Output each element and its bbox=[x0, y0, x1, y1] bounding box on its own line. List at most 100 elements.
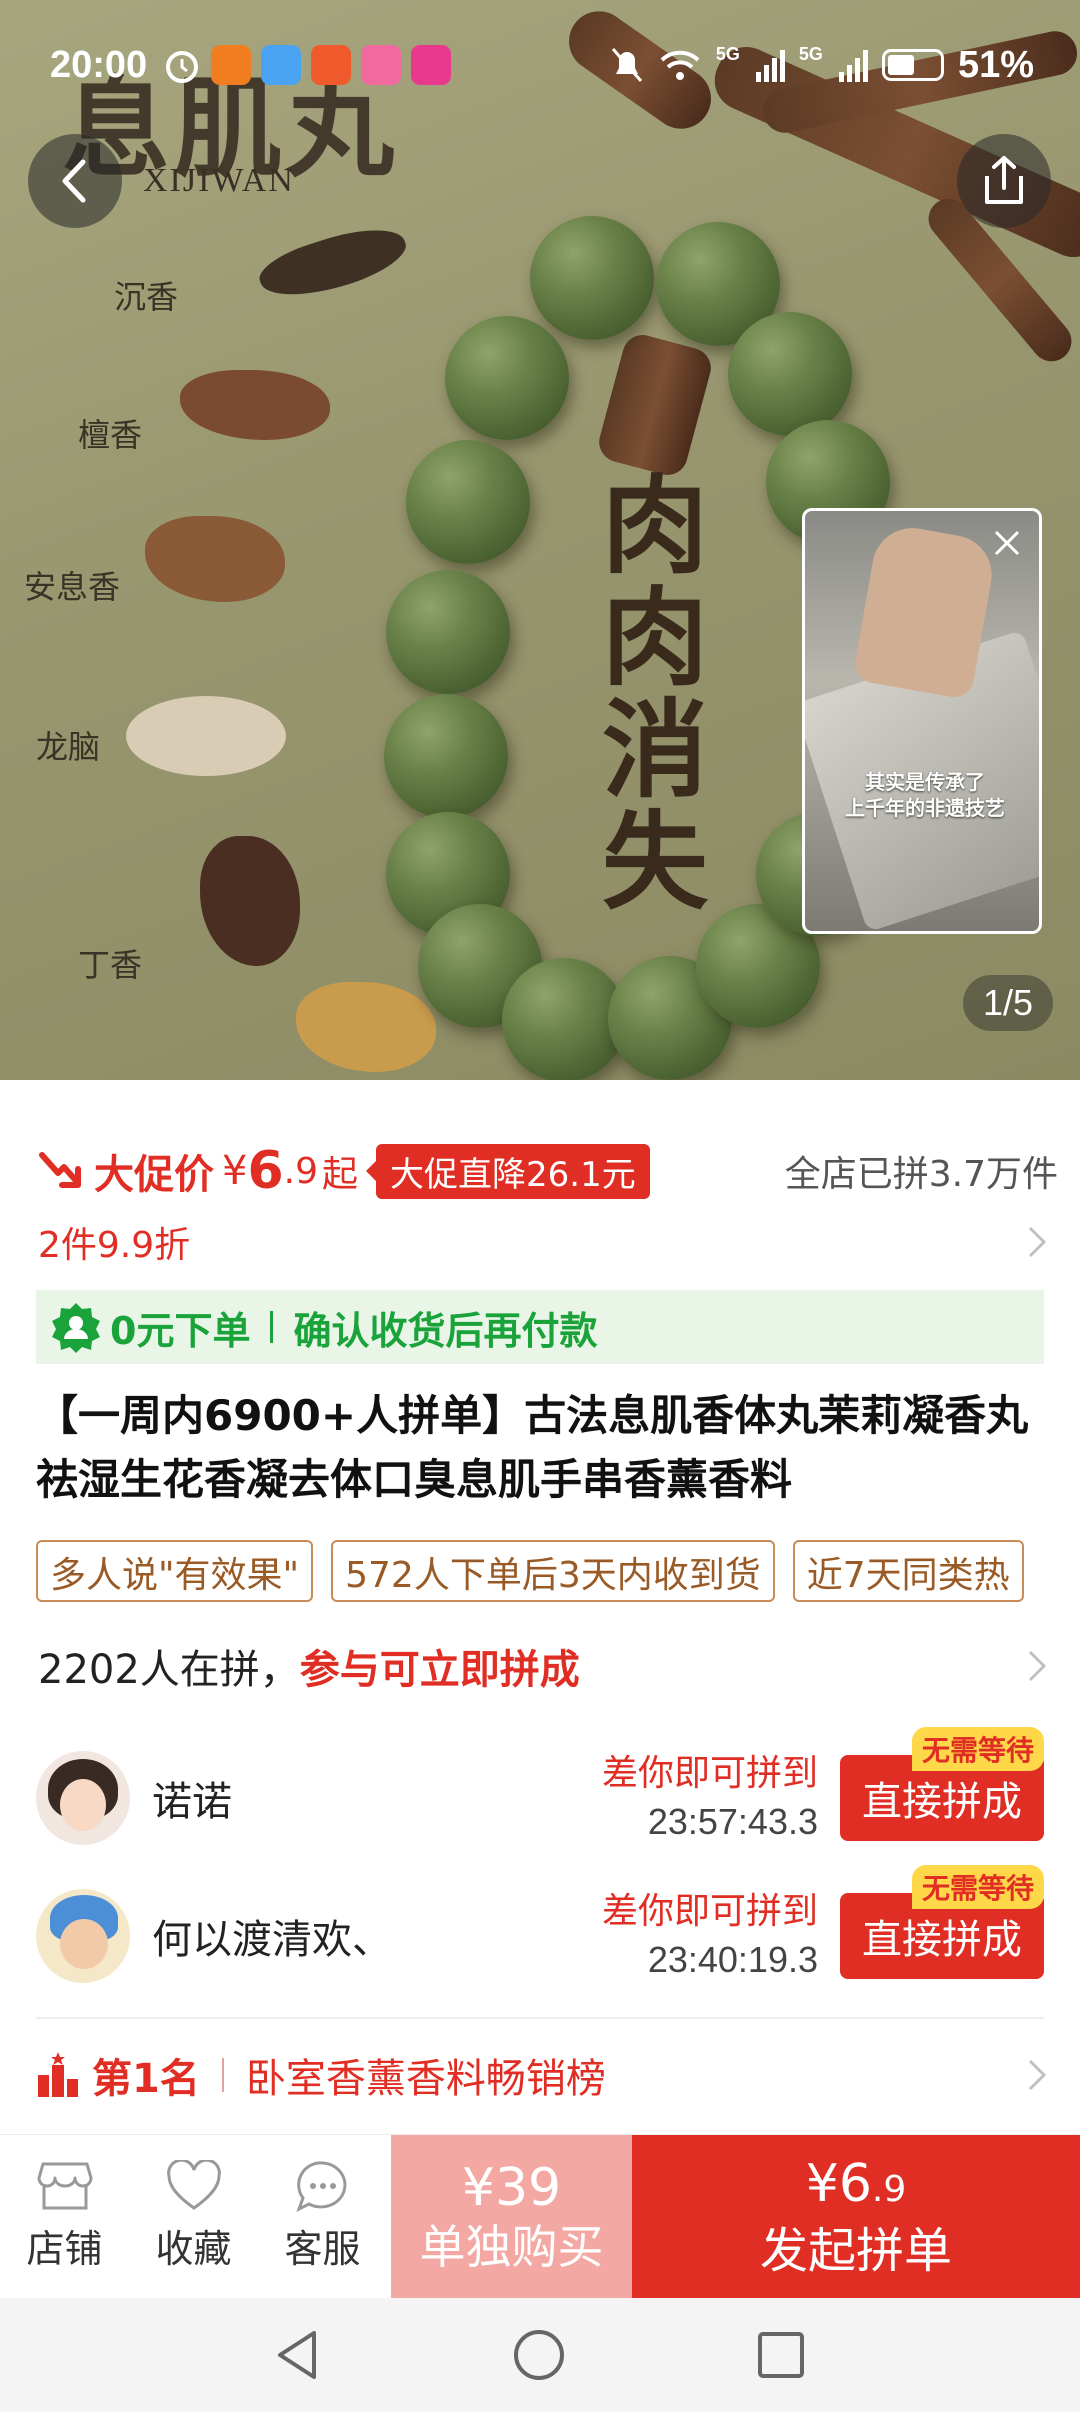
bead bbox=[386, 570, 510, 694]
video-app-icon bbox=[411, 45, 452, 85]
group-member-row: 何以渡清欢、 差你即可拼到 23:40:19.3 直接拼成 无需等待 bbox=[36, 1865, 1044, 1986]
shop-button[interactable]: 店铺 bbox=[0, 2135, 129, 2298]
favorite-button[interactable]: 收藏 bbox=[129, 2135, 258, 2298]
member-need-text: 差你即可拼到 bbox=[601, 1753, 818, 1794]
battery-percent: 51% bbox=[957, 43, 1034, 86]
nav-recents-icon[interactable] bbox=[756, 2330, 806, 2380]
app-notification-icon bbox=[211, 45, 252, 85]
nav-back-icon[interactable] bbox=[274, 2328, 322, 2382]
bead bbox=[728, 312, 852, 436]
price-drop-arrow-icon bbox=[39, 1152, 81, 1188]
member-need-text: 差你即可拼到 bbox=[601, 1891, 818, 1932]
bottom-action-bar: 店铺 收藏 客服 ¥39 单独购买 ¥6.9 发起拼单 bbox=[0, 2134, 1080, 2298]
status-right: 5G 5G 51% bbox=[610, 44, 1034, 87]
badge-user-icon bbox=[52, 1303, 100, 1353]
ingredient-label: 沉香 bbox=[114, 278, 179, 316]
weather-icon bbox=[261, 45, 302, 85]
ranking-row[interactable]: 第1名 卧室香薰香料畅销榜 bbox=[36, 2040, 1048, 2110]
floating-video-player[interactable]: 其实是传承了 上千年的非遗技艺 bbox=[802, 508, 1042, 934]
join-group-label: 直接拼成 bbox=[862, 1779, 1022, 1825]
customer-service-button[interactable]: 客服 bbox=[258, 2135, 387, 2298]
review-tag[interactable]: 572人下单后3天内收到货 bbox=[331, 1540, 775, 1602]
discount-row[interactable]: 2件9.9折 bbox=[38, 1212, 1048, 1272]
close-icon bbox=[994, 530, 1020, 556]
price-decimal: .9 bbox=[283, 1150, 318, 1192]
product-title: 【一周内6900+人拼单】古法息肌香体丸茉莉凝香丸祛湿生花香凝去体口臭息肌手串香… bbox=[36, 1391, 1029, 1504]
headline-char: 肉 bbox=[602, 463, 708, 588]
group-member-row: 诺诺 差你即可拼到 23:57:43.3 直接拼成 无需等待 bbox=[36, 1727, 1044, 1848]
nav-home-icon[interactable] bbox=[512, 2328, 566, 2382]
zero-order-left: 0元下单 bbox=[110, 1308, 251, 1353]
signal-icon bbox=[838, 48, 868, 82]
group-label: 发起拼单 bbox=[759, 2222, 952, 2279]
chevron-left-icon bbox=[62, 159, 86, 203]
bead bbox=[384, 694, 508, 818]
clove-image bbox=[200, 836, 300, 966]
resin-image bbox=[296, 982, 436, 1072]
single-label: 单独购买 bbox=[419, 2219, 604, 2274]
member-status: 差你即可拼到 23:40:19.3 bbox=[602, 1888, 818, 1984]
price-label: 大促价 bbox=[94, 1152, 214, 1198]
product-image-carousel[interactable]: 息肌丸 XIJIWAN 沉香 檀香 安息香 龙脑 丁香 肉 肉 消 失 其实是传… bbox=[0, 0, 1080, 1080]
ingredient-label: 檀香 bbox=[78, 416, 143, 454]
group-buy-row[interactable]: 2202人在拼， 参与可立即拼成 bbox=[38, 1632, 1048, 1700]
price-currency: ¥ bbox=[222, 1148, 248, 1194]
benzoin-image bbox=[145, 516, 285, 602]
back-button[interactable] bbox=[28, 134, 122, 228]
group-highlight: 参与可立即拼成 bbox=[299, 1647, 580, 1693]
image-page-indicator: 1/5 bbox=[963, 975, 1053, 1031]
join-group-button[interactable]: 直接拼成 无需等待 bbox=[840, 1865, 1044, 1979]
member-name: 何以渡清欢、 bbox=[152, 1917, 392, 1963]
buy-single-button[interactable]: ¥39 单独购买 bbox=[391, 2135, 632, 2298]
start-group-buy-button[interactable]: ¥6.9 发起拼单 bbox=[632, 2135, 1080, 2298]
countdown-timer: 23:40:19.3 bbox=[647, 1939, 818, 1980]
divider bbox=[36, 2017, 1044, 2019]
chevron-right-icon bbox=[1028, 1226, 1047, 1258]
network-type-label: 5G bbox=[715, 43, 740, 64]
join-group-button[interactable]: 直接拼成 无需等待 bbox=[840, 1727, 1044, 1841]
borneol-image bbox=[126, 696, 286, 776]
battery-icon bbox=[881, 49, 944, 81]
share-button[interactable] bbox=[957, 134, 1051, 228]
store-icon bbox=[37, 2162, 92, 2210]
divider bbox=[270, 1311, 274, 1343]
hero-headline: 肉 肉 消 失 bbox=[595, 470, 715, 918]
network-type-label: 5G bbox=[798, 43, 823, 64]
price-integer: 6 bbox=[247, 1141, 284, 1201]
promo-badge: 大促直降26.1元 bbox=[366, 1143, 650, 1199]
zero-order-banner: 0元下单 确认收货后再付款 bbox=[36, 1290, 1044, 1364]
review-tag[interactable]: 多人说"有效果" bbox=[36, 1540, 314, 1602]
close-video-button[interactable] bbox=[983, 519, 1031, 567]
video-caption-line: 其实是传承了 bbox=[865, 770, 985, 794]
group-price: ¥6.9 bbox=[806, 2153, 907, 2221]
video-caption: 其实是传承了 上千年的非遗技艺 bbox=[805, 769, 1039, 821]
rank-list-title: 卧室香薰香料畅销榜 bbox=[245, 2056, 606, 2102]
status-bar: 20:00 5G 5G 51% bbox=[0, 0, 1080, 130]
favorite-label: 收藏 bbox=[155, 2227, 232, 2271]
ingredient-label: 安息香 bbox=[24, 568, 121, 606]
ranking-icon bbox=[38, 2052, 78, 2097]
price-row: 大促价 ¥ 6 .9 起 大促直降26.1元 全店已拼3.7万件 bbox=[38, 1138, 1058, 1204]
bead bbox=[445, 316, 569, 440]
review-tags[interactable]: 多人说"有效果" 572人下单后3天内收到货 近7天同类热 bbox=[36, 1540, 1080, 1602]
sold-count: 全店已拼3.7万件 bbox=[784, 1154, 1058, 1195]
share-icon bbox=[985, 156, 1023, 204]
bead bbox=[530, 216, 654, 340]
mute-bell-icon bbox=[611, 48, 643, 82]
avatar bbox=[36, 1889, 130, 1983]
wifi-icon bbox=[660, 50, 700, 80]
system-navigation-bar bbox=[0, 2298, 1080, 2412]
price-suffix: 起 bbox=[322, 1154, 359, 1195]
review-tag[interactable]: 近7天同类热 bbox=[792, 1540, 1024, 1602]
no-wait-badge: 无需等待 bbox=[911, 1727, 1044, 1771]
sandalwood-image bbox=[180, 370, 330, 440]
zero-order-right: 确认收货后再付款 bbox=[293, 1308, 598, 1353]
discount-text: 2件9.9折 bbox=[38, 1225, 191, 1266]
shop-label: 店铺 bbox=[26, 2227, 103, 2271]
video-caption-line: 上千年的非遗技艺 bbox=[845, 796, 1005, 820]
heart-icon bbox=[166, 2160, 221, 2210]
alarm-icon bbox=[166, 51, 199, 83]
ingredient-label: 丁香 bbox=[78, 946, 143, 984]
status-time: 20:00 bbox=[50, 43, 148, 86]
chevron-right-icon bbox=[1028, 2059, 1047, 2091]
